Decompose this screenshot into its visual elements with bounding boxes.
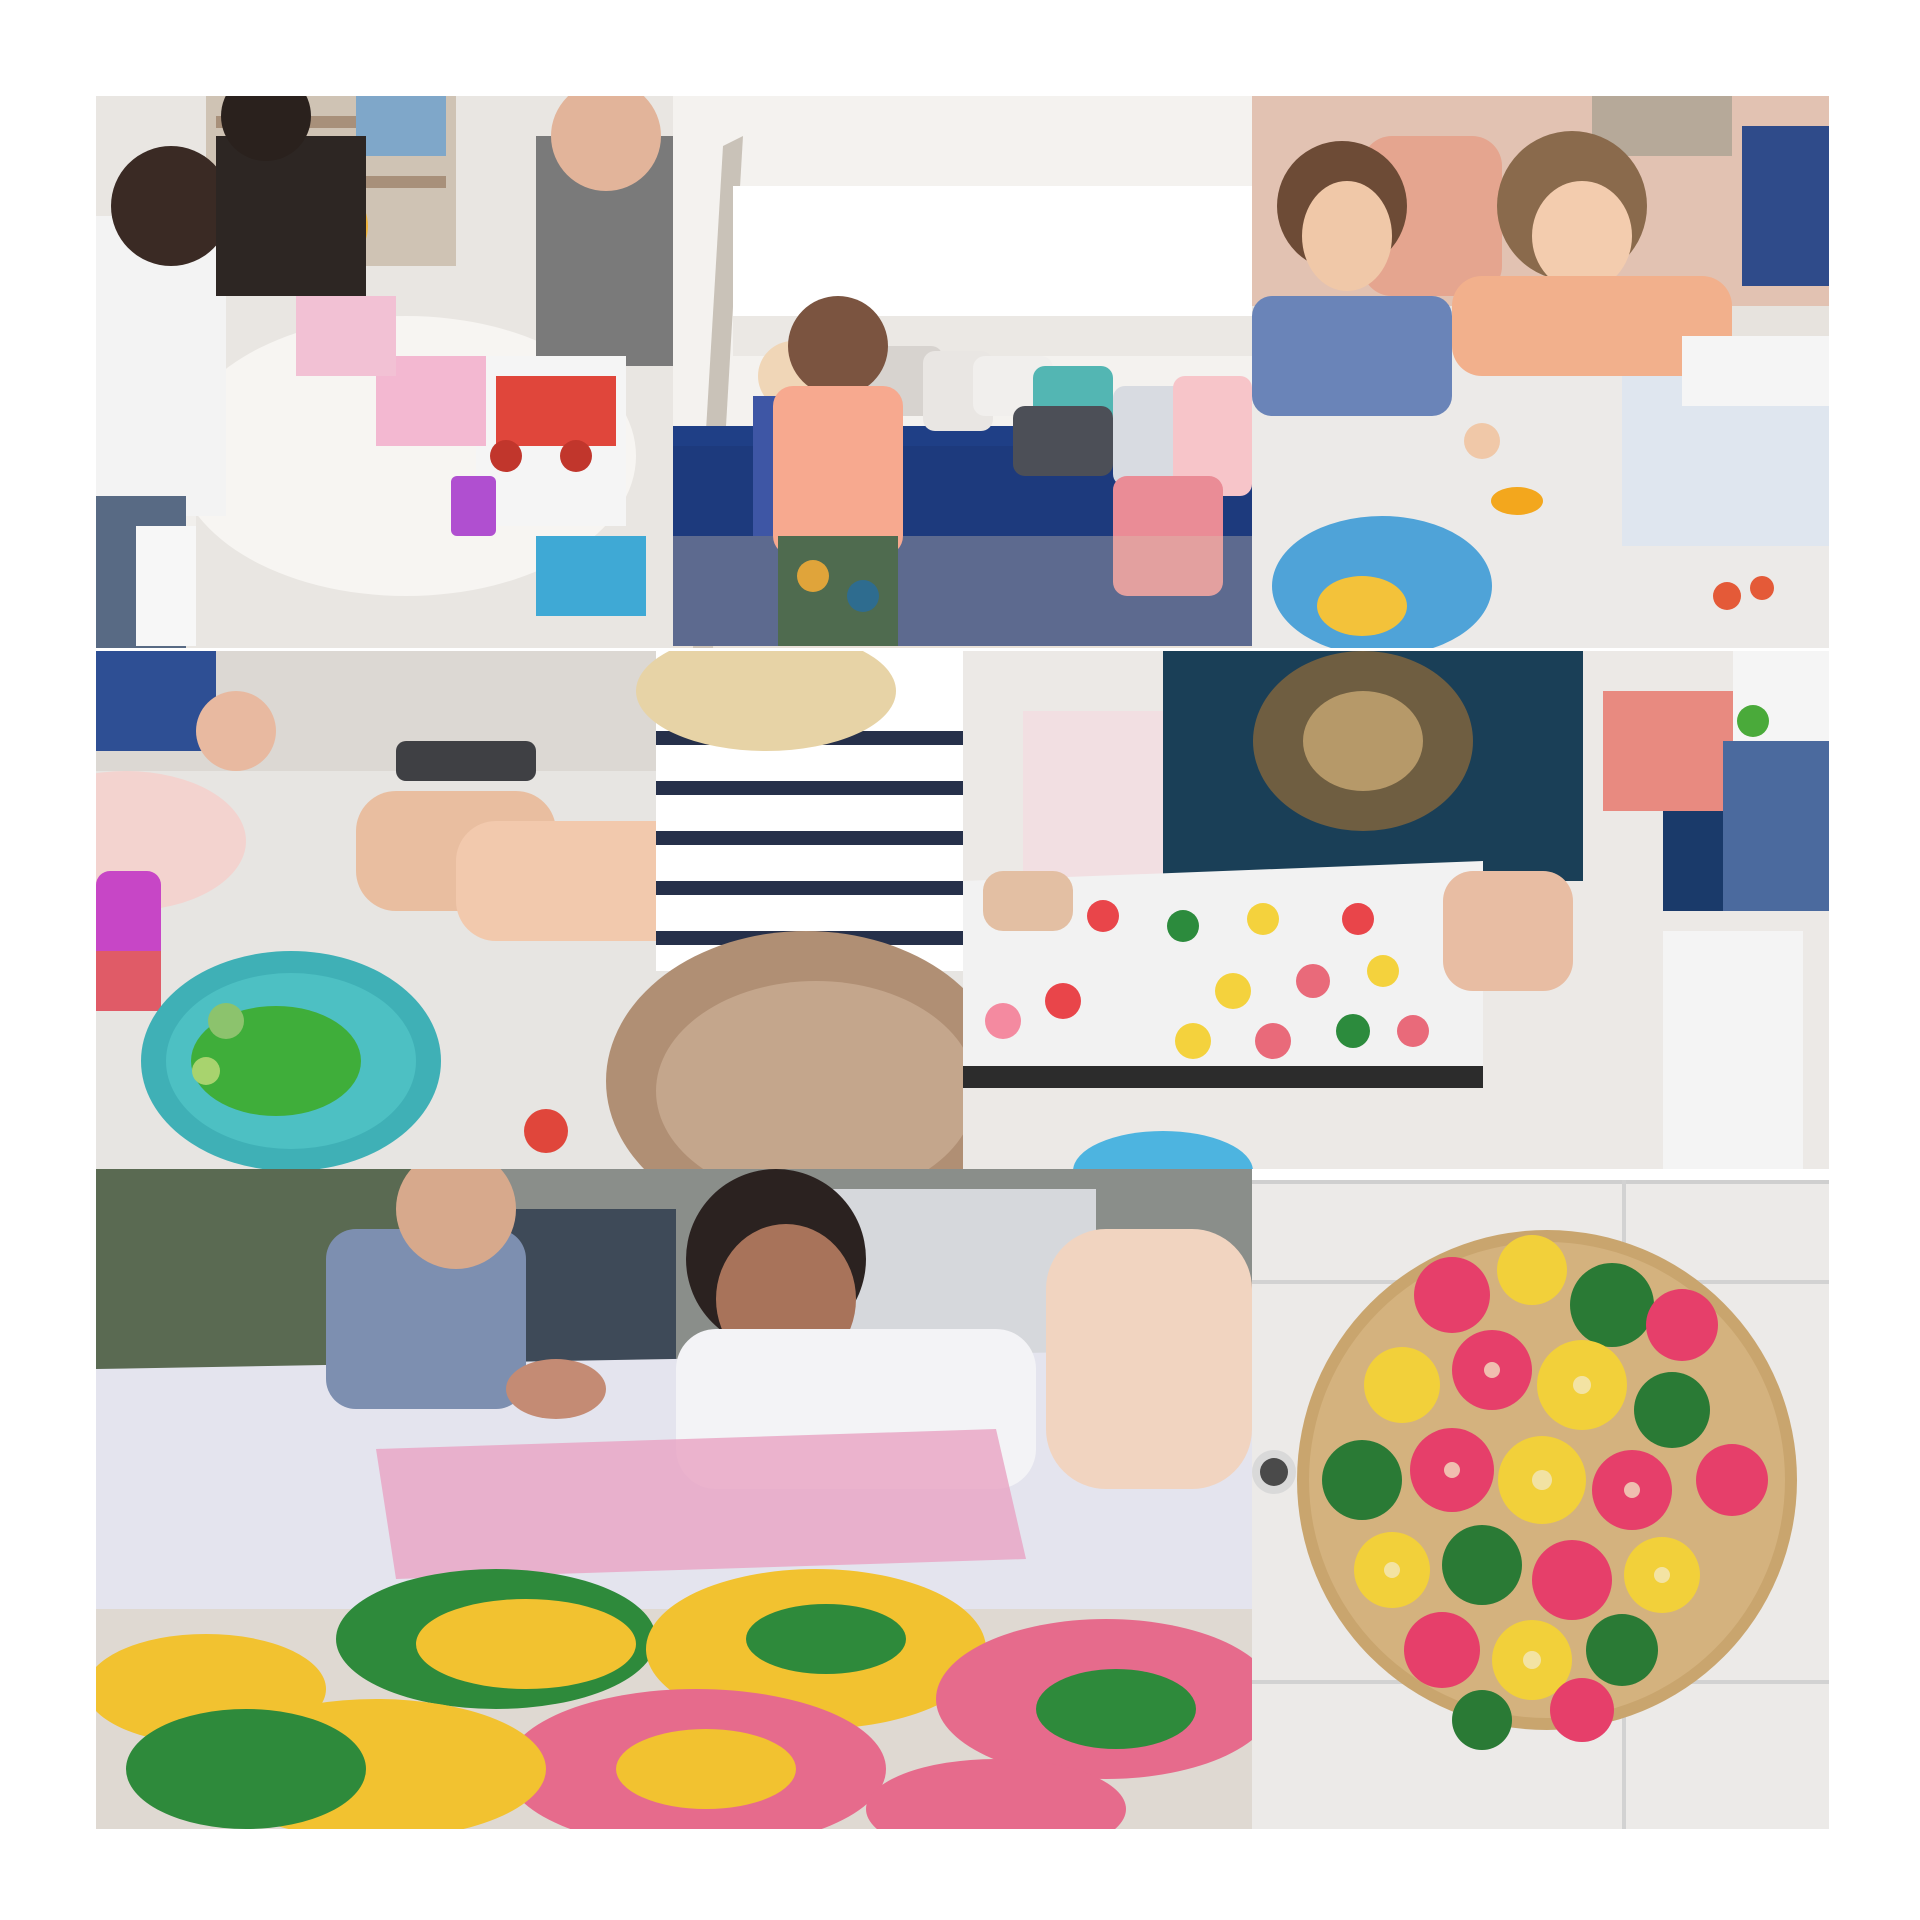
photo-cookies-on-wooden-board — [1252, 1180, 1829, 1829]
photo-children-at-round-table — [96, 96, 673, 648]
photo-child-by-teepee-bed — [673, 96, 1252, 648]
photo-tray-of-unbaked-cookies — [963, 651, 1829, 1169]
photo-green-dough-on-plate — [96, 651, 963, 1169]
photo-collage — [0, 0, 1920, 1920]
photo-boys-shaping-dough — [1252, 96, 1829, 648]
photo-kids-with-baked-cookies — [96, 1169, 1252, 1829]
